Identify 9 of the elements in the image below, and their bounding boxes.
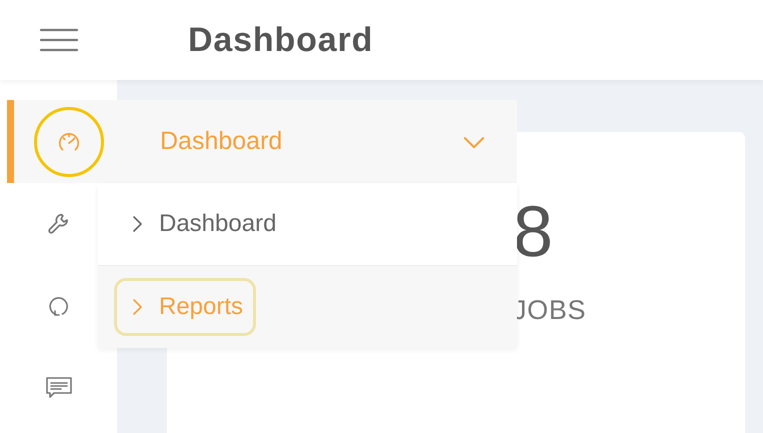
menu-header-label: Dashboard (160, 126, 282, 157)
chat-icon (44, 375, 74, 401)
submenu-label: Reports (159, 292, 244, 322)
menu-icon (38, 27, 78, 53)
submenu-label: Dashboard (159, 209, 276, 239)
submenu-item[interactable]: Reports (98, 265, 517, 348)
submenu-item[interactable]: Dashboard (98, 183, 517, 265)
menu-header[interactable]: Dashboard (7, 100, 517, 183)
page-title: Dashboard (188, 20, 374, 60)
